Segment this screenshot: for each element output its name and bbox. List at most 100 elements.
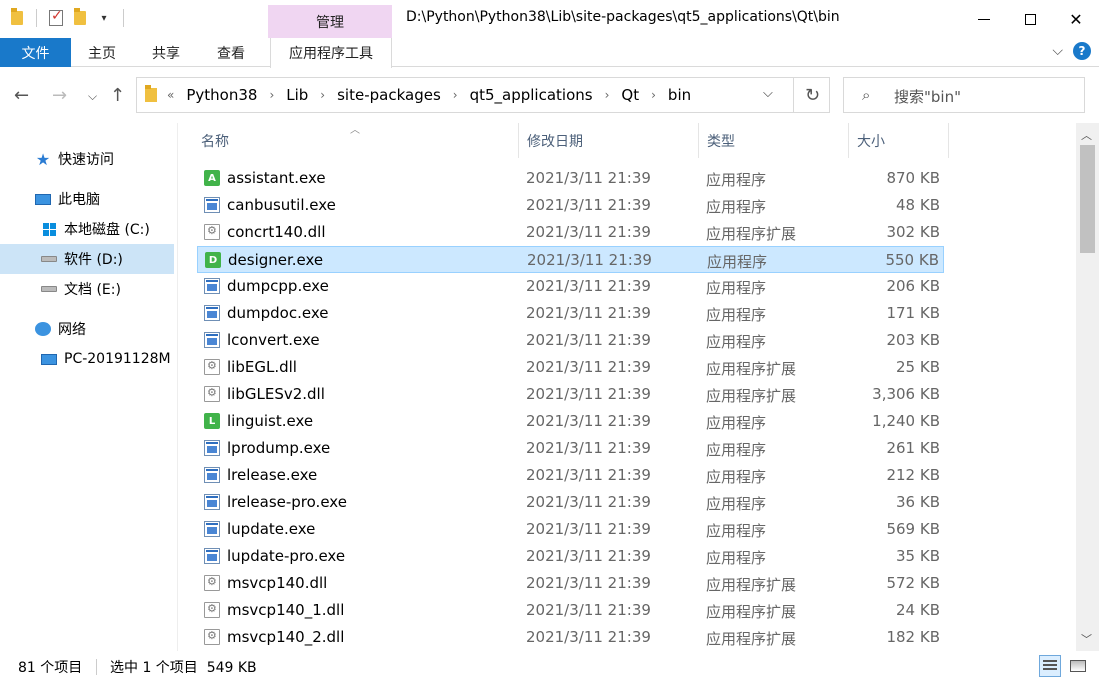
address-history-chevron-icon[interactable]: ⌵: [763, 86, 773, 101]
column-header-name[interactable]: 名称: [193, 123, 519, 158]
nav-item-label: 网络: [58, 322, 86, 338]
file-name: msvcp140.dll: [227, 574, 328, 592]
maximize-button[interactable]: [1007, 0, 1053, 38]
file-type: 应用程序扩展: [706, 576, 797, 594]
file-row[interactable]: canbusutil.exe 2021/3/11 21:39 应用程序 48 KB: [197, 192, 944, 219]
star-icon: ★: [35, 149, 51, 169]
column-header-type[interactable]: 类型: [699, 123, 849, 158]
nav-item-network-pc[interactable]: PC-20191128M: [0, 344, 174, 374]
new-folder-icon[interactable]: [71, 8, 89, 28]
nav-item-label: PC-20191128M: [64, 351, 171, 367]
details-view-button[interactable]: [1039, 655, 1061, 677]
close-button[interactable]: ✕: [1053, 0, 1099, 38]
nav-item-this-pc[interactable]: 此电脑: [0, 184, 174, 214]
folder-icon[interactable]: [8, 8, 26, 28]
breadcrumb-bin[interactable]: bin: [668, 86, 691, 104]
breadcrumb-overflow-icon[interactable]: «: [167, 88, 174, 102]
file-row[interactable]: msvcp140.dll 2021/3/11 21:39 应用程序扩展 572 KB: [197, 570, 944, 597]
breadcrumb-qt[interactable]: Qt: [621, 86, 639, 104]
file-row[interactable]: msvcp140_1.dll 2021/3/11 21:39 应用程序扩展 24 KB: [197, 597, 944, 624]
breadcrumb-python38[interactable]: Python38: [186, 86, 257, 104]
nav-item-drive-e[interactable]: 文档 (E:): [0, 274, 174, 304]
file-row[interactable]: dumpdoc.exe 2021/3/11 21:39 应用程序 171 KB: [197, 300, 944, 327]
file-name: dumpdoc.exe: [227, 304, 329, 322]
forward-arrow-icon[interactable]: →: [52, 85, 67, 106]
file-type: 应用程序: [706, 171, 767, 189]
file-name: lupdate-pro.exe: [227, 547, 346, 565]
windows-drive-icon: [40, 221, 58, 237]
nav-item-network[interactable]: 网络: [0, 314, 174, 344]
file-row[interactable]: lrelease-pro.exe 2021/3/11 21:39 应用程序 36 KB: [197, 489, 944, 516]
file-type: 应用程序: [706, 306, 767, 324]
nav-item-quick-access[interactable]: ★ 快速访问: [0, 144, 174, 174]
properties-icon[interactable]: [47, 8, 65, 28]
search-icon: ⌕: [862, 86, 871, 104]
breadcrumb-separator[interactable]: ›: [269, 88, 274, 102]
exe-icon: [204, 467, 220, 483]
nav-item-label: 本地磁盘 (C:): [64, 222, 150, 238]
refresh-icon[interactable]: ↻: [793, 78, 831, 112]
scroll-up-icon[interactable]: ︿: [1081, 127, 1092, 143]
breadcrumb-separator[interactable]: ›: [453, 88, 458, 102]
view-switcher: [1039, 655, 1089, 677]
expand-ribbon-icon[interactable]: ⌵: [1052, 43, 1063, 59]
file-date: 2021/3/11 21:39: [526, 304, 651, 322]
file-row[interactable]: libGLESv2.dll 2021/3/11 21:39 应用程序扩展 3,306 …: [197, 381, 944, 408]
help-icon[interactable]: ?: [1073, 42, 1091, 60]
file-date: 2021/3/11 21:39: [526, 169, 651, 187]
file-type: 应用程序: [706, 198, 767, 216]
tab-home[interactable]: 主页: [88, 38, 116, 67]
back-arrow-icon[interactable]: ←: [14, 85, 29, 106]
breadcrumb-lib[interactable]: Lib: [286, 86, 308, 104]
file-row[interactable]: lupdate-pro.exe 2021/3/11 21:39 应用程序 35 KB: [197, 543, 944, 570]
file-row[interactable]: concrt140.dll 2021/3/11 21:39 应用程序扩展 302 KB: [197, 219, 944, 246]
breadcrumb-site-packages[interactable]: site-packages: [337, 86, 441, 104]
file-row[interactable]: msvcp140_2.dll 2021/3/11 21:39 应用程序扩展 182 K…: [197, 624, 944, 651]
file-date: 2021/3/11 21:39: [526, 520, 651, 538]
file-row[interactable]: Aassistant.exe 2021/3/11 21:39 应用程序 870 KB: [197, 165, 944, 192]
breadcrumb-separator[interactable]: ›: [320, 88, 325, 102]
file-row[interactable]: dumpcpp.exe 2021/3/11 21:39 应用程序 206 KB: [197, 273, 944, 300]
scroll-down-icon[interactable]: ﹀: [1081, 631, 1092, 647]
nav-item-drive-c[interactable]: 本地磁盘 (C:): [0, 214, 174, 244]
customize-toolbar-dropdown-icon[interactable]: ▾: [95, 8, 113, 28]
nav-item-drive-d[interactable]: 软件 (D:): [0, 244, 174, 274]
item-count: 81 个项目: [18, 660, 83, 676]
column-header-date[interactable]: 修改日期: [519, 123, 699, 158]
scrollbar-thumb[interactable]: [1080, 145, 1095, 253]
large-icons-view-button[interactable]: [1067, 655, 1089, 677]
file-name: concrt140.dll: [227, 223, 326, 241]
file-row[interactable]: Ddesigner.exe 2021/3/11 21:39 应用程序 550 KB: [197, 246, 944, 273]
minimize-button[interactable]: [961, 0, 1007, 38]
exe-icon: [204, 332, 220, 348]
vertical-scrollbar[interactable]: ︿ ﹀: [1076, 123, 1099, 651]
file-size: 261 KB: [886, 439, 940, 457]
file-date: 2021/3/11 21:39: [526, 628, 651, 646]
file-size: 572 KB: [886, 574, 940, 592]
file-row[interactable]: lrelease.exe 2021/3/11 21:39 应用程序 212 KB: [197, 462, 944, 489]
tab-application-tools[interactable]: 应用程序工具: [270, 38, 392, 68]
file-type: 应用程序: [706, 279, 767, 297]
recent-locations-chevron-icon[interactable]: ⌵: [88, 89, 97, 104]
file-row[interactable]: libEGL.dll 2021/3/11 21:39 应用程序扩展 25 KB: [197, 354, 944, 381]
search-box[interactable]: ⌕ 搜索"bin": [843, 77, 1085, 113]
file-date: 2021/3/11 21:39: [526, 493, 651, 511]
file-size: 25 KB: [896, 358, 940, 376]
tab-share[interactable]: 共享: [152, 38, 180, 67]
breadcrumb-separator[interactable]: ›: [605, 88, 610, 102]
file-row[interactable]: lconvert.exe 2021/3/11 21:39 应用程序 203 KB: [197, 327, 944, 354]
column-header-size[interactable]: 大小: [849, 123, 949, 158]
breadcrumb-separator[interactable]: ›: [651, 88, 656, 102]
search-input[interactable]: 搜索"bin": [894, 86, 961, 107]
file-row[interactable]: lupdate.exe 2021/3/11 21:39 应用程序 569 KB: [197, 516, 944, 543]
tab-view[interactable]: 查看: [217, 38, 245, 67]
file-row[interactable]: lprodump.exe 2021/3/11 21:39 应用程序 261 KB: [197, 435, 944, 462]
file-row[interactable]: Llinguist.exe 2021/3/11 21:39 应用程序 1,240 KB: [197, 408, 944, 435]
address-bar[interactable]: « Python38 › Lib › site-packages › qt5_a…: [136, 77, 830, 113]
up-arrow-icon[interactable]: ↑: [110, 85, 125, 106]
drive-icon: [40, 281, 58, 297]
tab-file[interactable]: 文件: [0, 38, 71, 67]
file-size: 36 KB: [896, 493, 940, 511]
breadcrumb-qt5-applications[interactable]: qt5_applications: [470, 86, 593, 104]
file-date: 2021/3/11 21:39: [527, 251, 652, 269]
